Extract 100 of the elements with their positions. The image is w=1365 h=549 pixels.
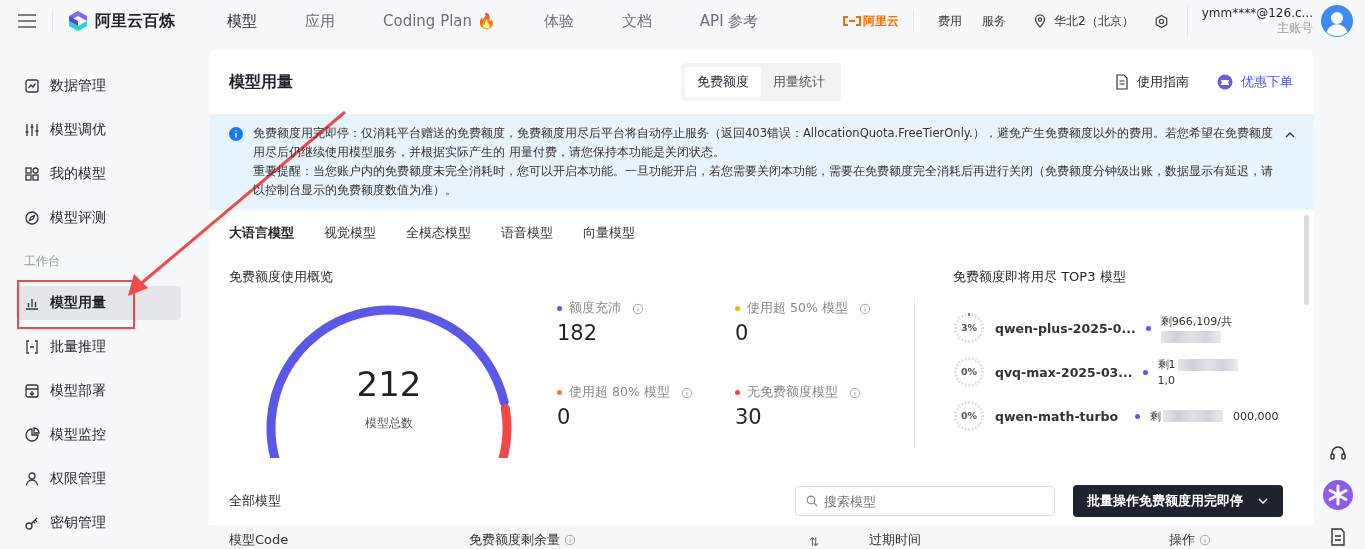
progress-ring (953, 400, 985, 432)
nav-tab[interactable]: 文档 (597, 11, 676, 31)
section-title: 全部模型 (229, 492, 282, 510)
total-label: 模型总数 (364, 415, 414, 432)
info-icon (564, 534, 576, 546)
bullet-dot (1142, 369, 1148, 375)
redaction-mosaic (1160, 330, 1221, 343)
menu-icon[interactable] (16, 13, 38, 29)
bullet-dot (1135, 413, 1140, 419)
region-selector[interactable]: 华北2（北京） (1054, 12, 1134, 30)
sort-icon[interactable]: ⇅ (809, 535, 820, 549)
search-icon (806, 495, 818, 507)
user-icon (24, 471, 40, 487)
account-email[interactable]: ymm****@126.c... (1201, 5, 1313, 20)
headset-icon[interactable] (1329, 444, 1347, 462)
search-field[interactable]: 搜索模型 (795, 486, 1055, 516)
coupon-icon (1217, 74, 1233, 90)
settings-icon[interactable] (1153, 13, 1169, 29)
cloud-logo-icon (843, 16, 862, 26)
model-name: qvq-max-2025-03... (995, 364, 1133, 380)
section-label: 工作台 (23, 254, 61, 268)
chart-icon (24, 78, 40, 94)
caret-icon (1257, 497, 1269, 505)
account-role: 主账号 (1277, 20, 1313, 37)
nav-tab[interactable]: Coding Plan 🔥 (359, 11, 520, 31)
stat-label: 使用超 80% 模型 (569, 384, 670, 401)
percent-label: 3% (959, 322, 979, 334)
sidebar-item[interactable]: 模型调优 (16, 113, 181, 147)
batch-action-button[interactable]: 批量操作免费额度用完即停 (1073, 485, 1283, 517)
sliders-icon (24, 122, 40, 138)
model-name: qwen-plus-2025-0... (995, 320, 1136, 336)
nav-tab[interactable]: 体验 (519, 11, 598, 31)
column-header: 操作 (1169, 531, 1195, 549)
info-icon (849, 386, 861, 399)
header-link[interactable]: 费用 (928, 12, 973, 30)
total-count: 212 (355, 364, 423, 404)
column-header: 模型Code (229, 531, 289, 549)
document-icon[interactable] (1330, 528, 1346, 546)
page-title: 模型用量 (229, 71, 294, 93)
model-tab[interactable]: 语音模型 (501, 224, 553, 242)
segment-tab[interactable]: 用量统计 (761, 67, 837, 97)
nav-tab[interactable]: API 参考 (675, 11, 783, 31)
stat-label: 额度充沛 (569, 300, 621, 317)
logo-icon (67, 10, 89, 32)
remaining-text: 1,0 (1157, 374, 1176, 387)
stat-value: 182 (557, 321, 599, 345)
stat-value: 0 (735, 321, 750, 345)
scrollbar[interactable] (1304, 215, 1309, 305)
stat-value: 30 (735, 405, 763, 429)
percent-label: 0% (959, 366, 979, 378)
progress-ring (953, 312, 985, 344)
key-icon (24, 515, 40, 531)
column-header: 过期时间 (869, 531, 921, 549)
redaction-mosaic (1163, 410, 1223, 422)
compass-icon (24, 210, 40, 226)
guide-link[interactable]: 使用指南 (1115, 73, 1189, 91)
stat-value: 0 (557, 405, 572, 429)
sidebar-item[interactable]: 模型部署 (16, 374, 181, 408)
sidebar-item[interactable]: 权限管理 (16, 462, 181, 496)
sidebar-item[interactable]: 批量推理 (16, 330, 181, 364)
column-header: 免费额度剩余量 (469, 531, 560, 549)
percent-label: 0% (959, 410, 979, 422)
model-tab[interactable]: 视觉模型 (324, 224, 376, 242)
nav-tab[interactable]: 模型 (203, 11, 281, 31)
stat-label: 无免费额度模型 (747, 384, 838, 401)
info-icon (1199, 534, 1211, 546)
section-title: 免费额度使用概览 (229, 268, 334, 286)
download-box-icon (24, 383, 40, 399)
info-icon (229, 127, 243, 141)
avatar-icon[interactable] (1321, 5, 1353, 37)
grid-icon (24, 166, 40, 182)
sidebar-item[interactable]: 模型用量 (16, 286, 181, 320)
model-tab[interactable]: 全模态模型 (406, 224, 471, 242)
remaining-text: 剩1 (1157, 357, 1176, 372)
remaining-text: 剩966,109/共 (1160, 313, 1232, 329)
document-icon (1115, 74, 1129, 90)
progress-ring (953, 356, 985, 388)
sidebar-item[interactable]: 模型评测 (16, 201, 181, 235)
redaction-mosaic (1177, 358, 1238, 371)
header-link[interactable]: 服务 (972, 12, 1017, 30)
segment-tab[interactable]: 免费额度 (685, 67, 761, 97)
model-name: qwen-math-turbo (995, 408, 1120, 424)
brand-name: 阿里云百炼 (95, 10, 175, 32)
section-title: 免费额度即将用尽 TOP3 模型 (953, 268, 1127, 286)
sidebar-item[interactable]: 密钥管理 (16, 506, 181, 540)
info-icon (858, 302, 871, 315)
sidebar-item[interactable]: 数据管理 (16, 69, 181, 103)
pie-chart-icon (24, 427, 40, 443)
sidebar-item[interactable]: 模型监控 (16, 418, 181, 452)
bullet-dot (1145, 325, 1151, 331)
nav-tab[interactable]: 应用 (281, 11, 359, 31)
model-tab[interactable]: 向量模型 (583, 224, 635, 242)
discount-order-link[interactable]: 优惠下单 (1217, 73, 1293, 91)
remaining-text: 000,000 (1233, 409, 1279, 423)
info-icon (632, 302, 644, 315)
location-icon (1034, 14, 1047, 28)
sidebar-item[interactable]: 我的模型 (16, 157, 181, 191)
brackets-icon (24, 339, 40, 355)
model-tab[interactable]: 大语言模型 (229, 224, 294, 242)
info-icon (680, 386, 693, 399)
